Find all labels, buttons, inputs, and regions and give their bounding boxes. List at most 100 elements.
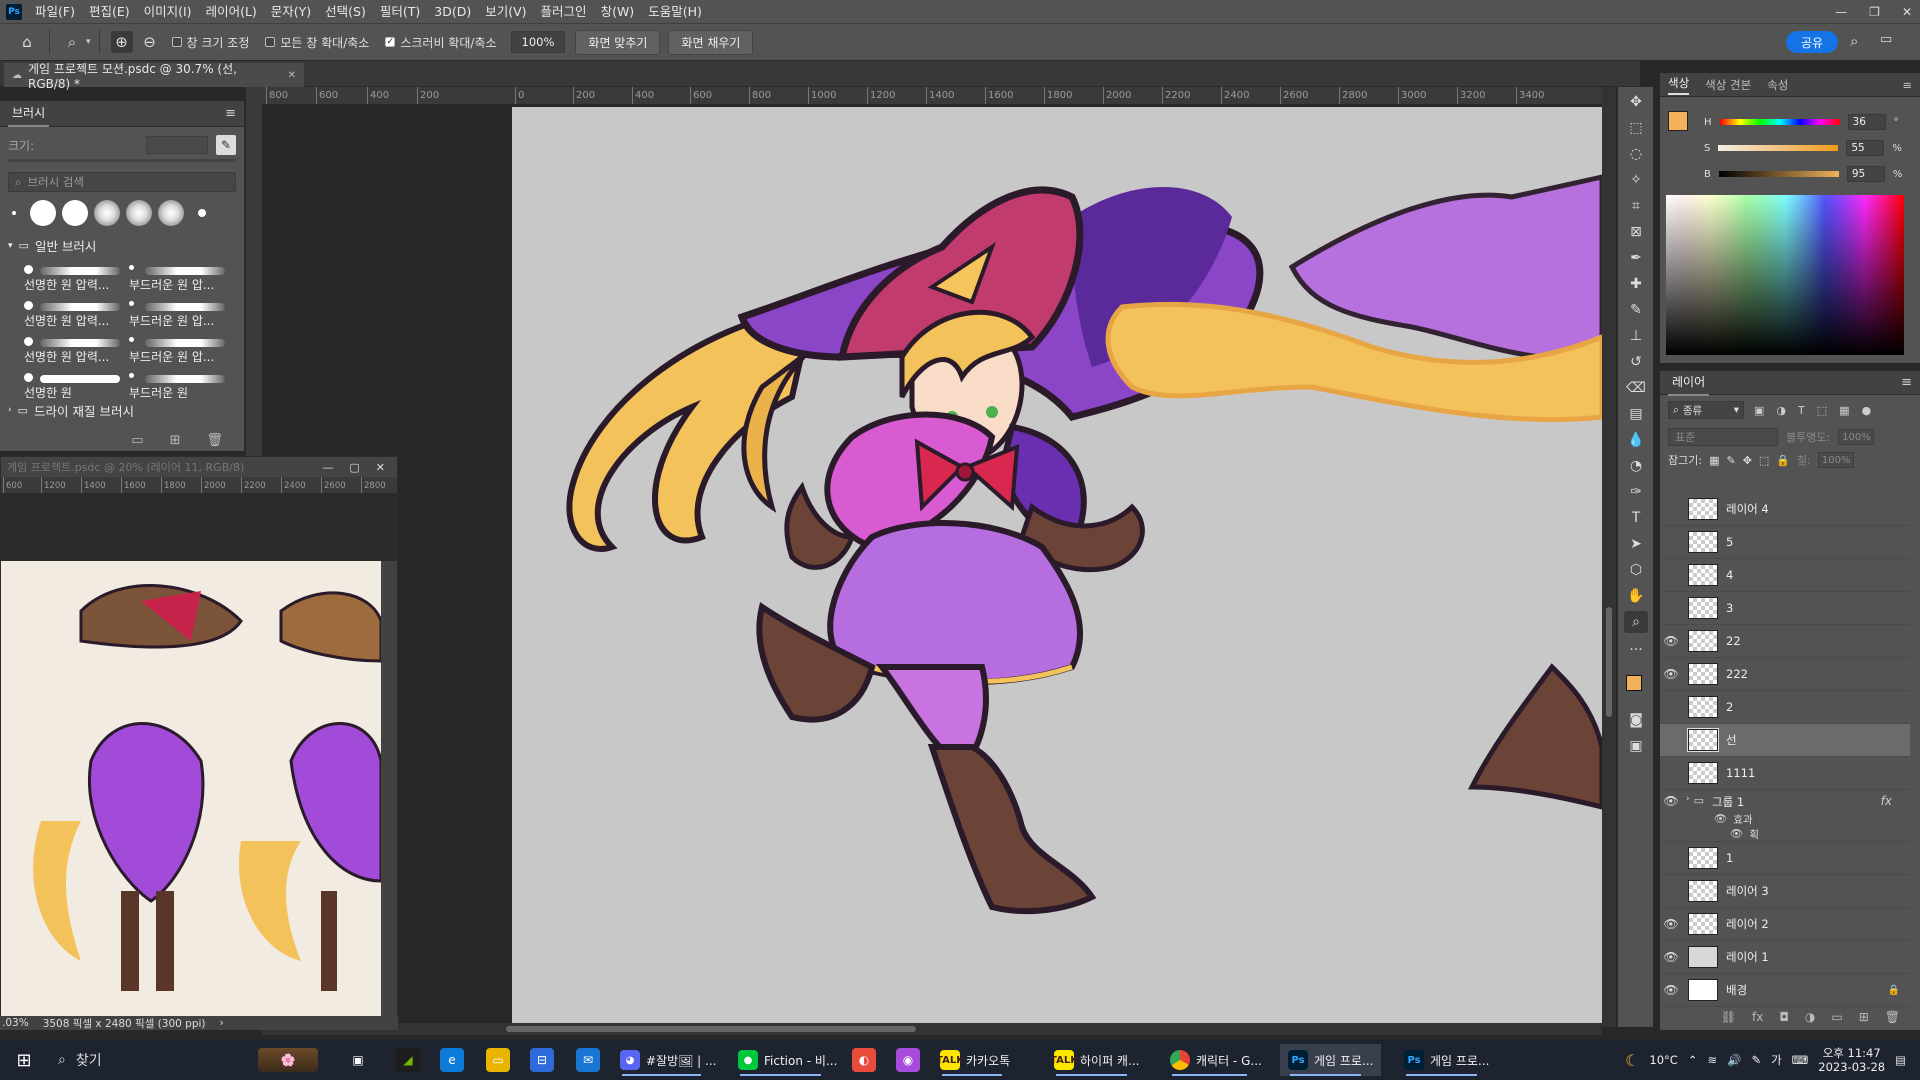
brightness-value[interactable]: 95 (1846, 166, 1885, 182)
layer-row[interactable]: 1 (1660, 842, 1910, 875)
horizontal-scrollbar[interactable] (262, 1023, 1602, 1035)
visibility-toggle[interactable] (1666, 853, 1676, 863)
layer-row-selected[interactable]: 선 (1660, 724, 1910, 757)
fill-field[interactable]: 100% (1817, 452, 1854, 468)
visibility-toggle[interactable] (1666, 735, 1676, 745)
gradient-tool-icon[interactable]: ▤ (1624, 403, 1648, 425)
type-tool-icon[interactable]: T (1624, 507, 1648, 529)
shape-tool-icon[interactable]: ⬡ (1624, 559, 1648, 581)
task-view-icon[interactable]: ▣ (346, 1048, 370, 1072)
document-canvas[interactable] (512, 107, 1602, 1025)
taskbar-app-kakaotalk[interactable]: TALK 카카오톡 (932, 1044, 1018, 1076)
vertical-scrollbar[interactable] (1602, 87, 1616, 1027)
new-group-icon[interactable]: ▭ (131, 433, 143, 448)
restore-icon[interactable]: ❐ (1869, 5, 1880, 19)
menu-window[interactable]: 창(W) (594, 0, 642, 23)
brightness-slider[interactable] (1718, 171, 1839, 177)
menu-help[interactable]: 도움말(H) (641, 0, 709, 23)
keyboard-icon[interactable]: ⌨ (1792, 1053, 1809, 1067)
menu-3d[interactable]: 3D(D) (427, 0, 478, 23)
brush-group-dry[interactable]: › ▭ 드라이 재질 브러시 (0, 403, 244, 419)
panel-menu-icon[interactable]: ≡ (1902, 78, 1920, 92)
visibility-toggle[interactable] (1666, 504, 1676, 514)
path-select-tool-icon[interactable]: ➤ (1624, 533, 1648, 555)
fx-icon[interactable]: fx (1881, 794, 1910, 808)
panel-menu-icon[interactable]: ≡ (1901, 375, 1912, 390)
foreground-color-swatch[interactable] (1626, 675, 1642, 691)
new-brush-icon[interactable]: ⊞ (170, 433, 181, 448)
panel-menu-icon[interactable]: ≡ (225, 106, 236, 121)
layer-row[interactable]: 👁 배경 🔒 (1660, 974, 1910, 1007)
layer-row[interactable]: 레이어 4 (1660, 493, 1910, 526)
visibility-toggle[interactable] (1666, 537, 1676, 547)
fill-screen-button[interactable]: 화면 채우기 (668, 29, 754, 55)
secondary-canvas[interactable] (1, 561, 381, 1017)
chevron-right-icon[interactable]: › (220, 1017, 224, 1029)
zoom-tool-icon[interactable]: ⌕ (61, 31, 83, 53)
file-explorer-icon[interactable]: ▭ (486, 1048, 510, 1072)
menu-filter[interactable]: 필터(T) (373, 0, 427, 23)
brush-item[interactable]: 부드러운 원 압... (129, 297, 230, 331)
zoom-in-icon[interactable]: ⊕ (110, 31, 133, 53)
trash-icon[interactable]: 🗑 (206, 433, 223, 448)
lock-image-icon[interactable]: ✎ (1726, 454, 1735, 467)
brush-item[interactable]: 부드러운 원 압... (129, 333, 230, 367)
visibility-toggle[interactable] (1666, 768, 1676, 778)
tab-properties[interactable]: 속성 (1767, 77, 1788, 93)
new-layer-icon[interactable]: ⊞ (1859, 1010, 1869, 1024)
link-layers-icon[interactable]: ⛓ (1721, 1010, 1736, 1024)
lock-position-icon[interactable]: ✥ (1743, 454, 1752, 467)
brush-item[interactable]: 부드러운 원 (129, 369, 230, 403)
brush-settings-icon[interactable]: ✎ (216, 135, 236, 155)
chevron-up-icon[interactable]: ⌃ (1688, 1053, 1698, 1067)
canvas-workspace[interactable] (262, 105, 1602, 1027)
taskbar-search[interactable]: ⌕ 찾기 (58, 1050, 102, 1070)
layers-panel-title[interactable]: 레이어 (1668, 369, 1710, 396)
clock[interactable]: 오후 11:47 2023-03-28 (1818, 1046, 1885, 1074)
ime-indicator[interactable]: 가 (1771, 1052, 1782, 1068)
healing-tool-icon[interactable]: ✚ (1624, 273, 1648, 295)
zoom-tool-icon[interactable]: ⌕ (1624, 611, 1648, 633)
opacity-field[interactable]: 100% (1838, 429, 1875, 445)
taskbar-app-chrome[interactable]: 캐릭터 - G... (1162, 1044, 1270, 1076)
layer-row[interactable]: 5 (1660, 526, 1910, 559)
layer-row[interactable]: 👁 레이어 1 (1660, 941, 1910, 974)
layer-row[interactable]: 👁 22 (1660, 625, 1910, 658)
chevron-right-icon[interactable]: › (1686, 794, 1690, 804)
brush-item[interactable]: 선명한 원 압력... (24, 333, 125, 367)
weather-text[interactable]: 10°C (1649, 1053, 1677, 1067)
eye-icon[interactable]: 👁 (1714, 812, 1727, 827)
saturation-slider[interactable] (1718, 145, 1839, 151)
current-color-swatch[interactable] (1668, 111, 1688, 131)
filter-smart-icon[interactable]: ▦ (1839, 404, 1849, 417)
color-spectrum[interactable] (1666, 195, 1904, 355)
filter-adjust-icon[interactable]: ◑ (1776, 404, 1786, 417)
taskbar-app-kakaotalk-2[interactable]: TALK 하이퍼 캐... (1046, 1044, 1147, 1076)
move-tool-icon[interactable]: ✥ (1624, 91, 1648, 113)
eye-icon[interactable]: 👁 (1660, 917, 1682, 931)
menu-image[interactable]: 이미지(I) (137, 0, 199, 23)
brush-item[interactable]: 부드러운 원 압... (129, 261, 230, 295)
visibility-toggle[interactable] (1666, 570, 1676, 580)
close-icon[interactable]: ✕ (1902, 5, 1912, 19)
filter-shape-icon[interactable]: ⬚ (1817, 404, 1827, 417)
zoom-value-field[interactable]: 100% (510, 31, 566, 53)
layer-filter-dropdown[interactable]: ⌕ 종류 ▾ (1668, 401, 1744, 419)
store-icon[interactable]: ⊟ (530, 1048, 554, 1072)
resize-window-checkbox[interactable]: 창 크기 조정 (171, 34, 249, 51)
filter-pixel-icon[interactable]: ▣ (1754, 404, 1764, 417)
nvidia-icon[interactable]: ◢ (396, 1048, 420, 1072)
visibility-toggle[interactable] (1666, 886, 1676, 896)
hand-tool-icon[interactable]: ✋ (1624, 585, 1648, 607)
layer-group-row[interactable]: 👁 › ▭ 그룹 1 fx 👁 효과 👁 획 (1660, 790, 1910, 842)
menu-file[interactable]: 파일(F) (28, 0, 82, 23)
stamp-tool-icon[interactable]: ⊥ (1624, 325, 1648, 347)
history-brush-tool-icon[interactable]: ↺ (1624, 351, 1648, 373)
close-icon[interactable]: ✕ (376, 461, 385, 474)
eye-icon[interactable]: 👁 (1660, 667, 1682, 681)
eye-icon[interactable]: 👁 (1730, 827, 1743, 842)
crop-tool-icon[interactable]: ⌗ (1624, 195, 1648, 217)
layer-row[interactable]: 2 (1660, 691, 1910, 724)
add-mask-icon[interactable]: ◘ (1779, 1010, 1789, 1024)
wifi-icon[interactable]: ≋ (1707, 1053, 1717, 1067)
